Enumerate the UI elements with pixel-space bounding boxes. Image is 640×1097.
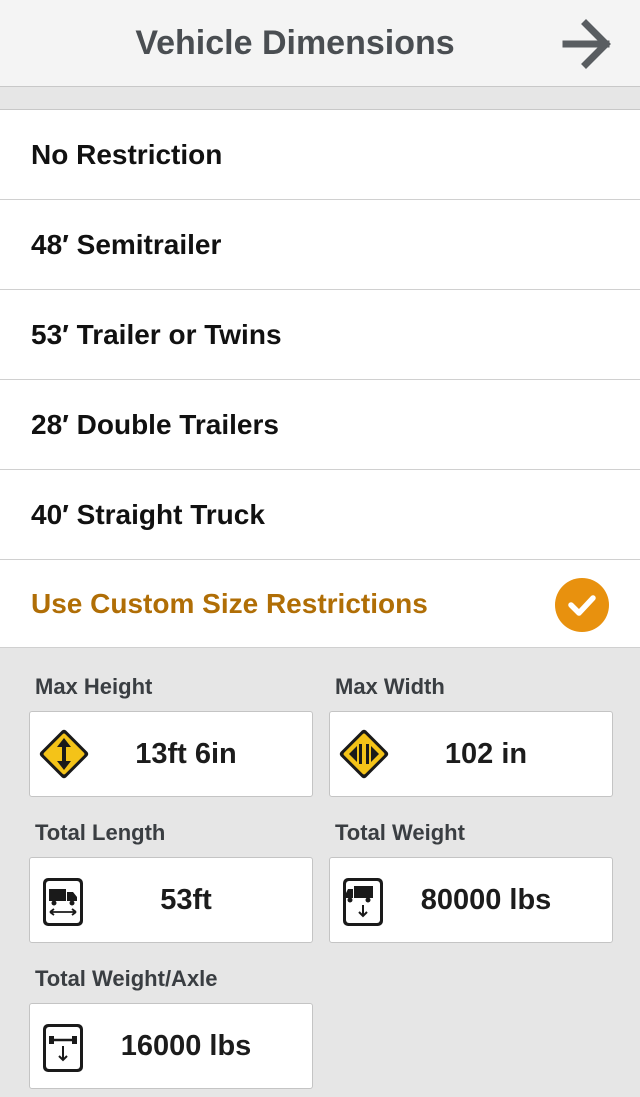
custom-fields-panel: Max Height 13ft 6in Max Width 102 in Tot… bbox=[0, 648, 640, 1097]
field-label: Total Weight bbox=[335, 820, 465, 845]
truck-weight-icon bbox=[343, 878, 383, 926]
preset-no-restriction[interactable]: No Restriction bbox=[0, 110, 640, 200]
preset-40-straight-truck[interactable]: 40′ Straight Truck bbox=[0, 470, 640, 560]
field-label: Max Height bbox=[35, 674, 153, 699]
weight-per-axle-input[interactable]: 16000 lbs bbox=[29, 1003, 313, 1089]
max-width-input[interactable]: 102 in bbox=[329, 711, 613, 797]
preset-label: No Restriction bbox=[31, 138, 223, 170]
page-title: Vehicle Dimensions bbox=[135, 23, 455, 62]
max-height-value: 13ft 6in bbox=[135, 737, 237, 770]
max-width-field: Max Width 102 in bbox=[329, 672, 613, 797]
max-width-value: 102 in bbox=[444, 737, 528, 770]
arrow-right-icon[interactable] bbox=[562, 18, 614, 70]
preset-label: 40′ Straight Truck bbox=[31, 498, 265, 530]
preset-28-double-trailers[interactable]: 28′ Double Trailers bbox=[0, 380, 640, 470]
field-label: Total Weight/Axle bbox=[35, 966, 218, 991]
preset-label: 53′ Trailer or Twins bbox=[31, 318, 282, 350]
weight-per-axle-value: 16000 lbs bbox=[120, 1029, 252, 1062]
total-weight-value: 80000 lbs bbox=[420, 883, 552, 916]
field-label: Max Width bbox=[335, 674, 445, 699]
max-height-input[interactable]: 13ft 6in bbox=[29, 711, 313, 797]
weight-per-axle-field: Total Weight/Axle 16000 lbs bbox=[29, 964, 313, 1089]
width-warning-sign-icon bbox=[339, 729, 389, 779]
total-length-input[interactable]: 53ft bbox=[29, 857, 313, 943]
custom-label: Use Custom Size Restrictions bbox=[31, 587, 428, 619]
total-length-value: 53ft bbox=[160, 883, 212, 916]
total-weight-input[interactable]: 80000 lbs bbox=[329, 857, 613, 943]
section-spacer bbox=[0, 87, 640, 110]
preset-label: 48′ Semitrailer bbox=[31, 228, 222, 260]
max-height-field: Max Height 13ft 6in bbox=[29, 672, 313, 797]
preset-label: 28′ Double Trailers bbox=[31, 408, 279, 440]
checkmark-circle-icon bbox=[555, 578, 609, 632]
preset-53-trailer-or-twins[interactable]: 53′ Trailer or Twins bbox=[0, 290, 640, 380]
total-weight-field: Total Weight 80000 lbs bbox=[329, 818, 613, 943]
preset-list: No Restriction 48′ Semitrailer 53′ Trail… bbox=[0, 110, 640, 648]
height-warning-sign-icon bbox=[39, 729, 89, 779]
field-label: Total Length bbox=[35, 820, 166, 845]
custom-size-restrictions-option[interactable]: Use Custom Size Restrictions bbox=[0, 560, 640, 648]
total-length-field: Total Length 53ft bbox=[29, 818, 313, 943]
preset-48-semitrailer[interactable]: 48′ Semitrailer bbox=[0, 200, 640, 290]
title-bar: Vehicle Dimensions bbox=[0, 0, 640, 87]
truck-length-icon bbox=[43, 878, 83, 926]
axle-weight-icon bbox=[43, 1024, 83, 1072]
